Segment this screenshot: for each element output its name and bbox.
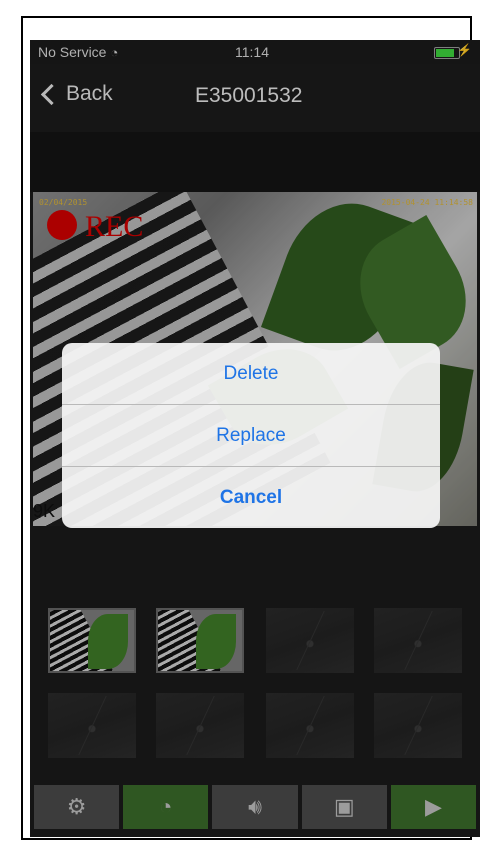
phone-screen: No Service ◔ 11:14 ⚡ Back E35001532 02/04… (30, 40, 480, 837)
action-alert: Delete Replace Cancel (62, 343, 440, 528)
delete-button[interactable]: Delete (62, 343, 440, 405)
cancel-button[interactable]: Cancel (62, 467, 440, 528)
replace-button[interactable]: Replace (62, 405, 440, 467)
